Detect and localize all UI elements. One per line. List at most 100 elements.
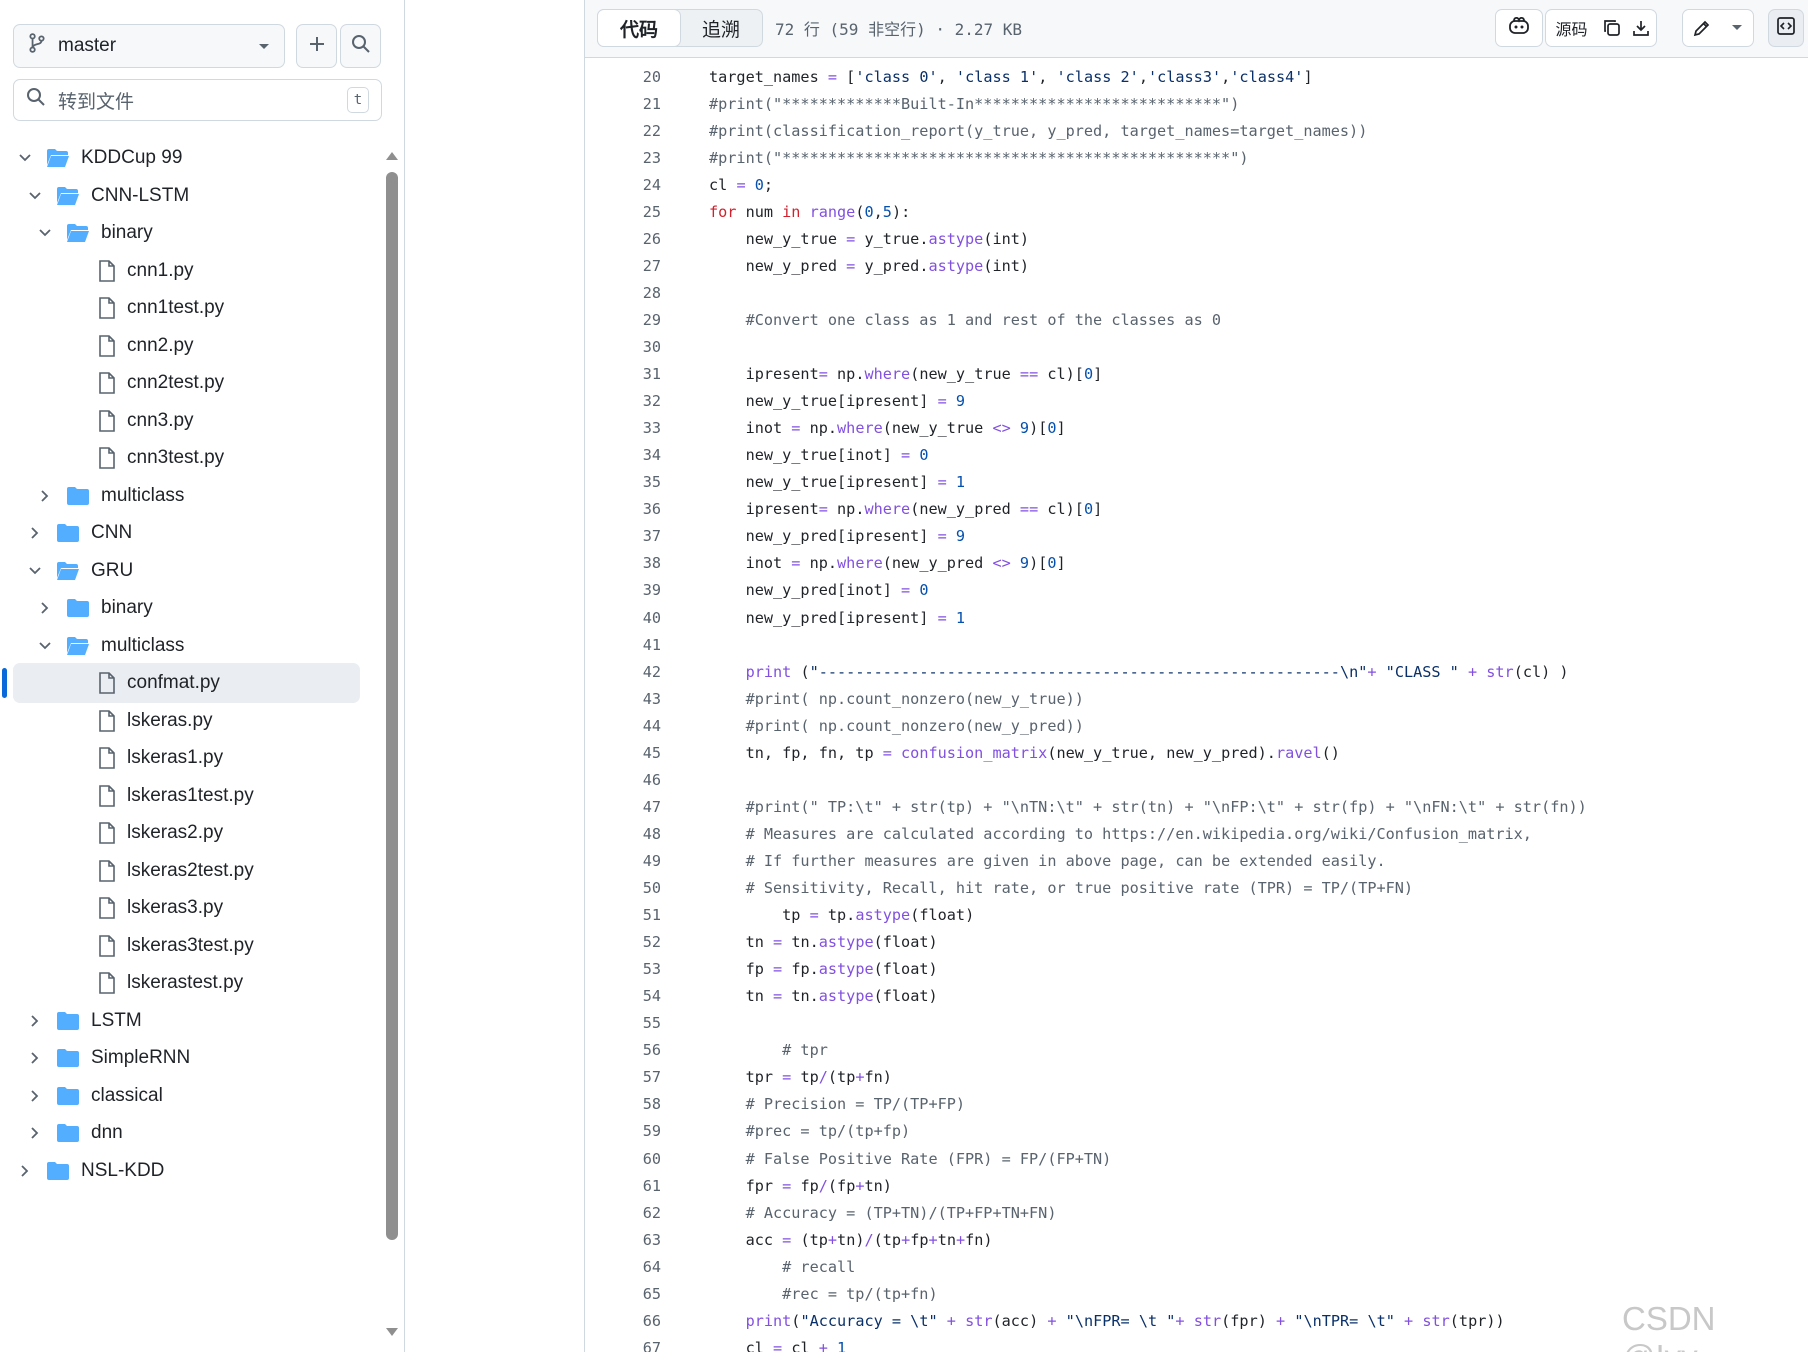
tree-file-lskeras2-py[interactable]: lskeras2.py bbox=[13, 813, 360, 853]
line-number[interactable]: 20 bbox=[585, 68, 661, 86]
chevron-right-icon[interactable] bbox=[25, 1011, 45, 1031]
line-number[interactable]: 48 bbox=[585, 825, 661, 843]
symbols-panel-button[interactable] bbox=[1768, 9, 1804, 47]
tree-folder-multiclass[interactable]: multiclass bbox=[13, 476, 360, 516]
line-number[interactable]: 59 bbox=[585, 1122, 661, 1140]
branch-selector-button[interactable]: master bbox=[13, 24, 285, 68]
line-number[interactable]: 38 bbox=[585, 554, 661, 572]
line-number[interactable]: 29 bbox=[585, 311, 661, 329]
chevron-down-icon[interactable] bbox=[15, 148, 35, 168]
line-number[interactable]: 51 bbox=[585, 906, 661, 924]
chevron-right-icon[interactable] bbox=[25, 1048, 45, 1068]
tree-file-cnn3test-py[interactable]: cnn3test.py bbox=[13, 438, 360, 478]
tree-folder-simplernn[interactable]: SimpleRNN bbox=[13, 1038, 360, 1078]
tree-folder-cnn-lstm[interactable]: CNN-LSTM bbox=[13, 176, 360, 216]
tree-folder-dnn[interactable]: dnn bbox=[13, 1113, 360, 1153]
line-number[interactable]: 42 bbox=[585, 663, 661, 681]
chevron-down-icon[interactable] bbox=[25, 561, 45, 581]
line-number[interactable]: 21 bbox=[585, 95, 661, 113]
line-number[interactable]: 30 bbox=[585, 338, 661, 356]
tree-folder-classical[interactable]: classical bbox=[13, 1076, 360, 1116]
tree-file-lskeras2test-py[interactable]: lskeras2test.py bbox=[13, 851, 360, 891]
line-number[interactable]: 28 bbox=[585, 284, 661, 302]
caret-down-icon[interactable] bbox=[1721, 24, 1753, 32]
line-number[interactable]: 24 bbox=[585, 176, 661, 194]
chevron-right-icon[interactable] bbox=[25, 1086, 45, 1106]
chevron-right-icon[interactable] bbox=[25, 523, 45, 543]
tree-file-lskeras-py[interactable]: lskeras.py bbox=[13, 701, 360, 741]
tree-folder-gru[interactable]: GRU bbox=[13, 551, 360, 591]
tree-folder-multiclass[interactable]: multiclass bbox=[13, 626, 360, 666]
line-number[interactable]: 60 bbox=[585, 1150, 661, 1168]
line-number[interactable]: 61 bbox=[585, 1177, 661, 1195]
line-number[interactable]: 37 bbox=[585, 527, 661, 545]
line-number[interactable]: 40 bbox=[585, 609, 661, 627]
line-number[interactable]: 43 bbox=[585, 690, 661, 708]
search-button[interactable] bbox=[340, 24, 381, 68]
line-number[interactable]: 53 bbox=[585, 960, 661, 978]
line-number[interactable]: 36 bbox=[585, 500, 661, 518]
tree-file-cnn1test-py[interactable]: cnn1test.py bbox=[13, 288, 360, 328]
download-icon[interactable] bbox=[1627, 18, 1656, 38]
tree-file-confmat-py[interactable]: confmat.py bbox=[13, 663, 360, 703]
line-number[interactable]: 50 bbox=[585, 879, 661, 897]
line-number[interactable]: 33 bbox=[585, 419, 661, 437]
chevron-right-icon[interactable] bbox=[35, 486, 55, 506]
line-number[interactable]: 23 bbox=[585, 149, 661, 167]
copilot-button[interactable] bbox=[1495, 9, 1543, 47]
line-number[interactable]: 46 bbox=[585, 771, 661, 789]
tree-folder-nsl-kdd[interactable]: NSL-KDD bbox=[13, 1151, 360, 1191]
chevron-right-icon[interactable] bbox=[25, 1123, 45, 1143]
line-number[interactable]: 47 bbox=[585, 798, 661, 816]
line-number[interactable]: 57 bbox=[585, 1068, 661, 1086]
tree-file-cnn1-py[interactable]: cnn1.py bbox=[13, 251, 360, 291]
line-number[interactable]: 58 bbox=[585, 1095, 661, 1113]
add-file-button[interactable] bbox=[296, 24, 337, 68]
line-number[interactable]: 52 bbox=[585, 933, 661, 951]
tree-file-cnn3-py[interactable]: cnn3.py bbox=[13, 401, 360, 441]
tree-file-cnn2test-py[interactable]: cnn2test.py bbox=[13, 363, 360, 403]
chevron-down-icon[interactable] bbox=[35, 636, 55, 656]
go-to-file-input[interactable]: 转到文件 t bbox=[13, 79, 382, 121]
chevron-down-icon[interactable] bbox=[35, 223, 55, 243]
chevron-down-icon[interactable] bbox=[25, 186, 45, 206]
line-number[interactable]: 32 bbox=[585, 392, 661, 410]
tab-code[interactable]: 代码 bbox=[597, 9, 681, 47]
line-number[interactable]: 54 bbox=[585, 987, 661, 1005]
line-number[interactable]: 39 bbox=[585, 581, 661, 599]
line-number[interactable]: 22 bbox=[585, 122, 661, 140]
tree-folder-binary[interactable]: binary bbox=[13, 588, 360, 628]
tree-file-lskeras3-py[interactable]: lskeras3.py bbox=[13, 888, 360, 928]
line-number[interactable]: 67 bbox=[585, 1339, 661, 1352]
line-number[interactable]: 64 bbox=[585, 1258, 661, 1276]
tree-folder-kddcup-99[interactable]: KDDCup 99 bbox=[13, 138, 360, 178]
sidebar-scrollbar-thumb[interactable] bbox=[386, 172, 398, 1240]
tree-file-lskeras1-py[interactable]: lskeras1.py bbox=[13, 738, 360, 778]
tree-file-lskeras3test-py[interactable]: lskeras3test.py bbox=[13, 926, 360, 966]
tree-folder-lstm[interactable]: LSTM bbox=[13, 1001, 360, 1041]
line-number[interactable]: 66 bbox=[585, 1312, 661, 1330]
tree-folder-binary[interactable]: binary bbox=[13, 213, 360, 253]
line-number[interactable]: 41 bbox=[585, 636, 661, 654]
line-number[interactable]: 63 bbox=[585, 1231, 661, 1249]
line-number[interactable]: 25 bbox=[585, 203, 661, 221]
line-number[interactable]: 56 bbox=[585, 1041, 661, 1059]
line-number[interactable]: 49 bbox=[585, 852, 661, 870]
line-number[interactable]: 26 bbox=[585, 230, 661, 248]
line-number[interactable]: 55 bbox=[585, 1014, 661, 1032]
line-number[interactable]: 31 bbox=[585, 365, 661, 383]
tree-folder-cnn[interactable]: CNN bbox=[13, 513, 360, 553]
tree-file-lskerastest-py[interactable]: lskerastest.py bbox=[13, 963, 360, 1003]
line-number[interactable]: 65 bbox=[585, 1285, 661, 1303]
copy-icon[interactable] bbox=[1597, 18, 1626, 38]
line-number[interactable]: 44 bbox=[585, 717, 661, 735]
line-number[interactable]: 27 bbox=[585, 257, 661, 275]
tree-file-lskeras1test-py[interactable]: lskeras1test.py bbox=[13, 776, 360, 816]
line-number[interactable]: 45 bbox=[585, 744, 661, 762]
tab-blame[interactable]: 追溯 bbox=[680, 10, 762, 46]
tree-file-cnn2-py[interactable]: cnn2.py bbox=[13, 326, 360, 366]
line-number[interactable]: 34 bbox=[585, 446, 661, 464]
chevron-right-icon[interactable] bbox=[35, 598, 55, 618]
line-number[interactable]: 35 bbox=[585, 473, 661, 491]
pencil-icon[interactable] bbox=[1683, 18, 1721, 38]
